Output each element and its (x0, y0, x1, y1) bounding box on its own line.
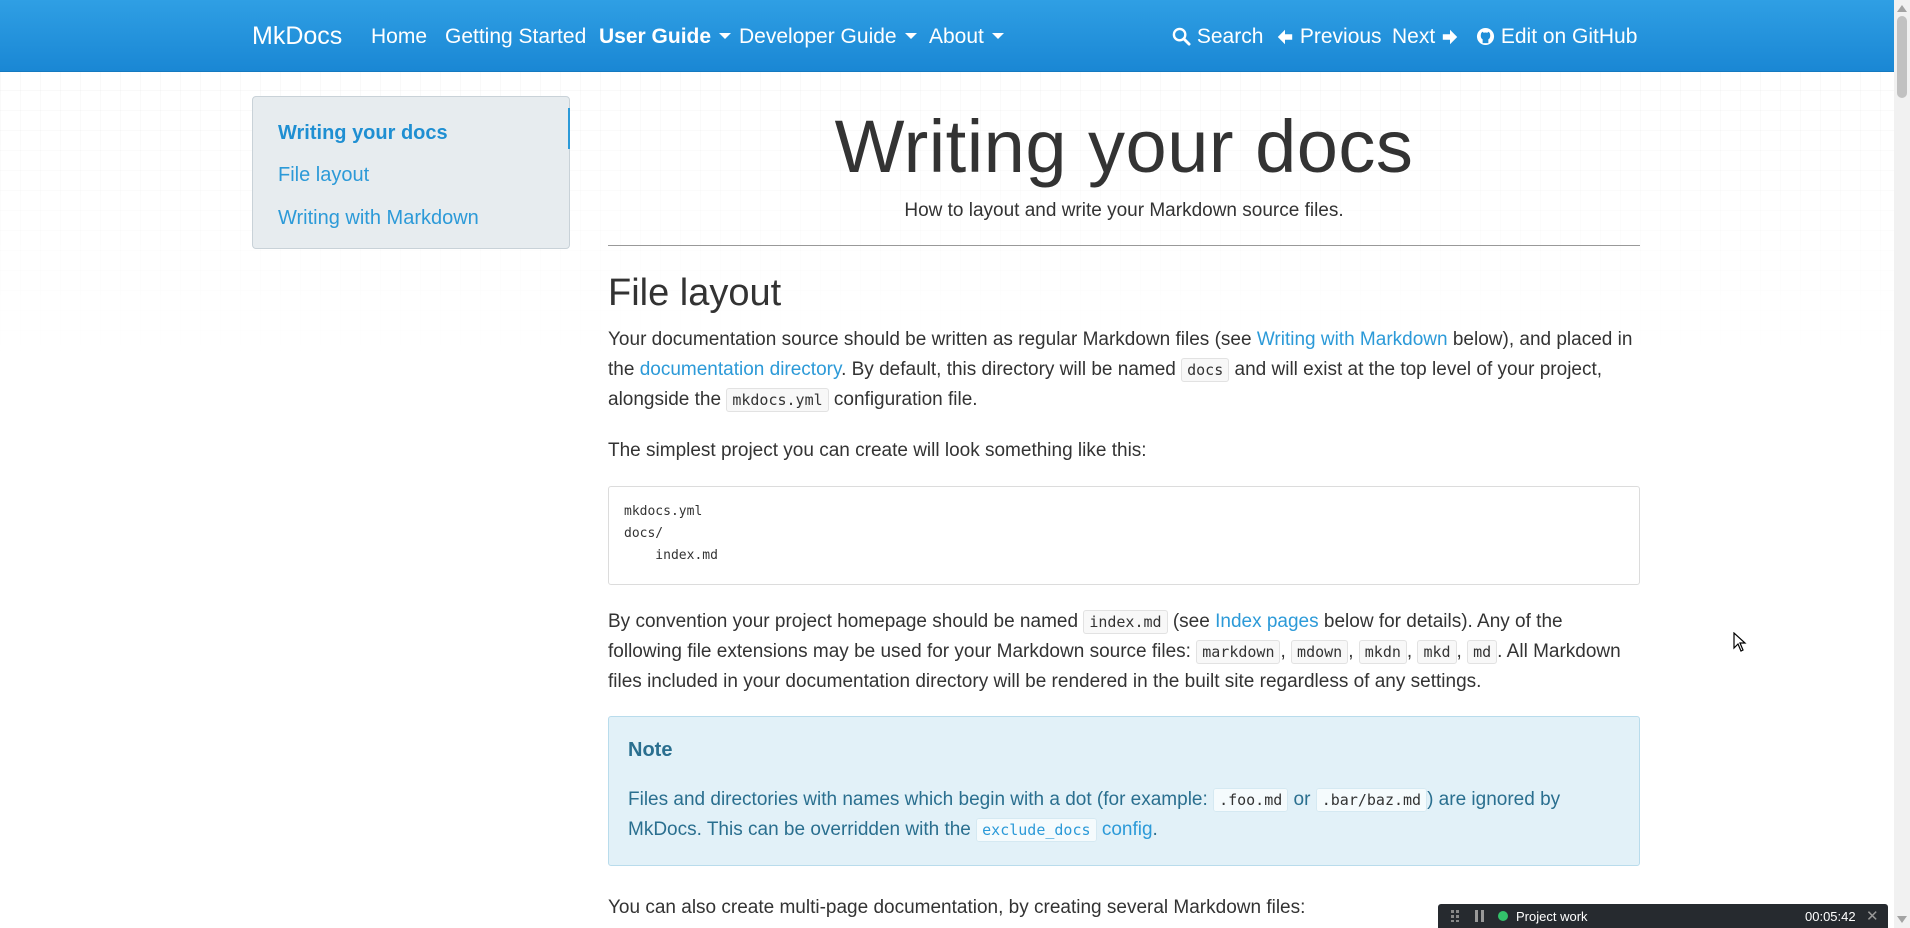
text: Files and directories with names which b… (628, 789, 1214, 810)
edit-on-github-label: Edit on GitHub (1500, 25, 1638, 48)
toc-sidebar: Writing your docs File layout Writing wi… (252, 96, 570, 249)
toc-item-writing-your-docs[interactable]: Writing your docs (278, 122, 448, 145)
text: . By default, this directory will be nam… (841, 359, 1182, 380)
close-icon[interactable]: ✕ (1866, 907, 1879, 925)
text: or (1288, 789, 1316, 810)
inline-code-mkdocs-yml: mkdocs.yml (726, 388, 829, 412)
text: (see (1167, 611, 1216, 632)
time-tracker-widget: Project work 00:05:42 ✕ (1438, 904, 1888, 928)
next-button[interactable]: Next (1392, 25, 1459, 49)
divider (608, 245, 1640, 246)
chevron-down-icon (904, 33, 917, 39)
nav-developer-guide-label: Developer Guide (739, 25, 897, 48)
paragraph-simplest-project: The simplest project you can create will… (608, 440, 1147, 461)
search-label: Search (1196, 25, 1264, 48)
code-block-project-structure: mkdocs.yml docs/ index.md (608, 486, 1640, 585)
next-label: Next (1392, 25, 1436, 48)
nav-getting-started[interactable]: Getting Started (445, 25, 586, 49)
text: Your documentation source should be writ… (608, 329, 1257, 350)
nav-user-guide-label: User Guide (599, 25, 712, 48)
scroll-up-arrow-icon[interactable] (1897, 5, 1907, 12)
toc-active-indicator (568, 108, 570, 149)
link-config[interactable]: config (1102, 819, 1153, 840)
inline-code-foo-md: .foo.md (1213, 788, 1289, 812)
pause-icon[interactable] (1475, 910, 1485, 922)
github-icon (1476, 27, 1495, 46)
inline-code-ext: mkdn (1358, 640, 1407, 664)
edit-on-github-button[interactable]: Edit on GitHub (1476, 25, 1637, 49)
scroll-thumb[interactable] (1897, 16, 1907, 98)
nav-user-guide-dropdown[interactable]: User Guide (599, 25, 732, 49)
link-documentation-directory[interactable]: documentation directory (640, 359, 841, 380)
vertical-scrollbar[interactable] (1894, 0, 1910, 928)
note-admonition: Note Files and directories with names wh… (608, 716, 1640, 866)
status-dot-icon (1498, 911, 1508, 921)
text: By convention your project homepage shou… (608, 611, 1084, 632)
inline-code-exclude-docs: exclude_docs (976, 818, 1097, 842)
inline-code-docs: docs (1181, 358, 1230, 382)
nav-about-dropdown[interactable]: About (929, 25, 1004, 49)
previous-label: Previous (1299, 25, 1382, 48)
timer-elapsed: 00:05:42 (1805, 909, 1856, 924)
scroll-down-arrow-icon[interactable] (1897, 916, 1907, 923)
link-index-pages[interactable]: Index pages (1215, 611, 1319, 632)
inline-code-bar-baz-md: .bar/baz.md (1315, 788, 1428, 812)
note-title: Note (628, 739, 673, 761)
inline-code-index-md: index.md (1083, 610, 1168, 634)
drag-handle-icon[interactable] (1451, 910, 1463, 922)
note-body: Files and directories with names which b… (628, 785, 1628, 845)
section-heading-file-layout: File layout (608, 272, 782, 314)
brand-link[interactable]: MkDocs (252, 22, 342, 51)
chevron-down-icon (719, 33, 732, 39)
nav-home[interactable]: Home (371, 25, 427, 49)
search-icon (1172, 27, 1191, 46)
top-navbar: MkDocs Home Getting Started User Guide D… (0, 0, 1894, 72)
inline-code-ext: markdown (1196, 640, 1281, 664)
page-subtitle: How to layout and write your Markdown so… (904, 200, 1344, 221)
text: . (1152, 819, 1158, 840)
mouse-pointer-icon (1733, 632, 1747, 652)
inline-code-ext: mdown (1291, 640, 1349, 664)
link-exclude-docs[interactable]: exclude_docs (976, 818, 1097, 842)
toc-item-writing-with-markdown[interactable]: Writing with Markdown (278, 207, 479, 230)
nav-about-label: About (929, 25, 984, 48)
page-title: Writing your docs (834, 105, 1414, 188)
link-writing-with-markdown[interactable]: Writing with Markdown (1257, 329, 1448, 350)
timer-project-label: Project work (1516, 909, 1588, 924)
inline-code-ext: md (1467, 640, 1498, 664)
toc-item-file-layout[interactable]: File layout (278, 164, 369, 187)
chevron-down-icon (991, 33, 1004, 39)
paragraph-conventions: By convention your project homepage shou… (608, 610, 1621, 692)
arrow-right-icon (1442, 29, 1458, 45)
arrow-left-icon (1277, 29, 1293, 45)
paragraph-intro: Your documentation source should be writ… (608, 325, 1640, 415)
search-button[interactable]: Search (1172, 25, 1263, 49)
previous-button[interactable]: Previous (1276, 25, 1382, 49)
text: configuration file. (828, 389, 978, 410)
nav-developer-guide-dropdown[interactable]: Developer Guide (739, 25, 917, 49)
inline-code-ext: mkd (1417, 640, 1457, 664)
